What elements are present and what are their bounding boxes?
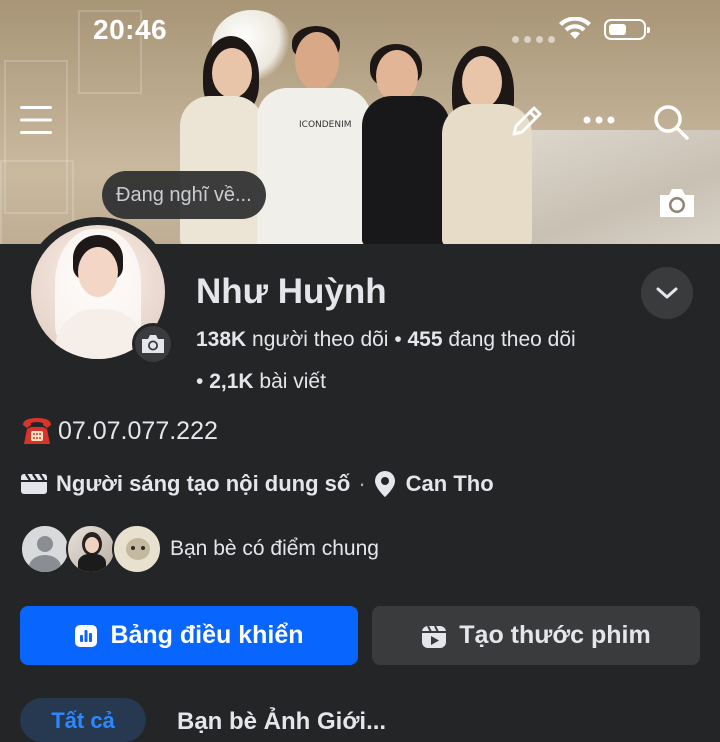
- following-count[interactable]: 455: [408, 328, 443, 351]
- followers-label[interactable]: người theo dõi: [252, 328, 388, 351]
- stats-separator: •: [196, 370, 210, 393]
- profile-location[interactable]: Can Tho: [406, 471, 494, 497]
- telephone-emoji-icon: [23, 418, 51, 444]
- phone-line: 07.07.077.222: [20, 415, 218, 447]
- dashboard-button[interactable]: Bảng điều khiển: [20, 606, 358, 665]
- search-icon[interactable]: [652, 103, 690, 141]
- stats-separator: •: [394, 328, 408, 351]
- bar-chart-icon: [75, 624, 98, 647]
- mutual-friends-label[interactable]: Bạn bè có điểm chung: [170, 537, 379, 561]
- cover-photo[interactable]: ICONDENIM 20:46 Đang nghĩ về...: [0, 0, 720, 244]
- mutual-friend-avatar[interactable]: [112, 524, 162, 574]
- info-separator: ·: [358, 471, 366, 496]
- clapper-icon: [21, 473, 47, 494]
- posts-label: bài viết: [259, 370, 326, 393]
- location-pin-icon: [374, 471, 395, 497]
- dashboard-label: Bảng điều khiển: [110, 621, 304, 649]
- chevron-down-icon: [656, 287, 678, 299]
- battery-icon: [604, 19, 650, 40]
- profile-category: Người sáng tạo nội dung số: [56, 471, 351, 496]
- status-time: 20:46: [93, 14, 168, 45]
- camera-icon: [142, 335, 164, 353]
- mutual-friends[interactable]: Bạn bè có điểm chung: [20, 524, 379, 574]
- mutual-friend-avatar[interactable]: [20, 524, 70, 574]
- following-label[interactable]: đang theo dõi: [448, 328, 575, 351]
- cellular-signal-icon: [512, 36, 555, 43]
- followers-count[interactable]: 138K: [196, 328, 246, 351]
- pencil-icon[interactable]: [508, 102, 546, 140]
- posts-count: 2,1K: [209, 370, 254, 393]
- wifi-icon: [559, 17, 591, 39]
- profile-info-line: Người sáng tạo nội dung số · Can Tho: [20, 470, 494, 498]
- cover-camera-icon[interactable]: [657, 186, 697, 220]
- profile-name: Như Huỳnh: [196, 272, 387, 311]
- tab-all[interactable]: Tất cả: [20, 698, 146, 742]
- profile-stats: 138K người theo dõi • 455 đang theo dõi: [196, 328, 576, 352]
- hamburger-menu-icon[interactable]: [18, 104, 54, 136]
- avatar-camera-button[interactable]: [132, 323, 174, 365]
- tab-row-partial[interactable]: Bạn bè Ảnh Giới...: [177, 708, 386, 736]
- create-reel-button[interactable]: Tạo thước phim: [372, 606, 700, 665]
- expand-profile-button[interactable]: [641, 267, 693, 319]
- thought-bubble[interactable]: Đang nghĩ về...: [102, 171, 266, 219]
- status-bar: 20:46: [0, 0, 720, 62]
- create-reel-label: Tạo thước phim: [459, 621, 651, 649]
- profile-posts: • 2,1K bài viết: [196, 370, 326, 394]
- phone-number[interactable]: 07.07.077.222: [58, 417, 218, 446]
- mutual-friend-avatar[interactable]: [66, 524, 116, 574]
- more-dots-icon[interactable]: [582, 114, 616, 126]
- reel-icon: [422, 625, 447, 648]
